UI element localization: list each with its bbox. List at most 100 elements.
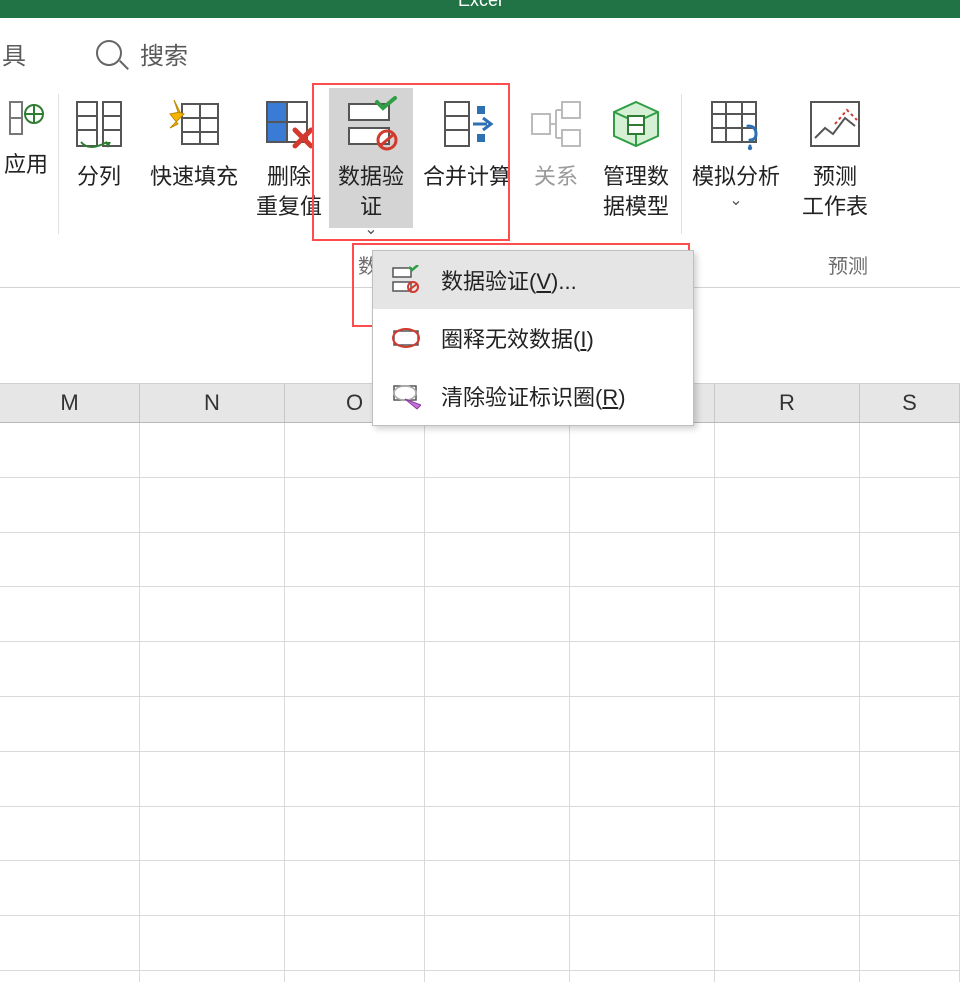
- column-header-R[interactable]: R: [715, 384, 860, 422]
- grid-row: [0, 478, 960, 533]
- ribbon-button-forecast-sheet[interactable]: 预测 工作表: [790, 88, 880, 228]
- grid-cell[interactable]: [425, 752, 570, 807]
- grid-cell[interactable]: [285, 807, 425, 862]
- grid-cell[interactable]: [285, 423, 425, 478]
- grid-cell[interactable]: [0, 971, 140, 982]
- grid-cell[interactable]: [140, 807, 285, 862]
- grid-cell[interactable]: [425, 807, 570, 862]
- grid-cell[interactable]: [860, 916, 960, 971]
- grid-cell[interactable]: [715, 533, 860, 588]
- grid-cell[interactable]: [570, 916, 715, 971]
- grid-cell[interactable]: [860, 642, 960, 697]
- menu-item-clear-circles[interactable]: 清除验证标识圈(R): [373, 367, 693, 425]
- grid-cell[interactable]: [570, 861, 715, 916]
- grid-cell[interactable]: [715, 971, 860, 982]
- grid-cell[interactable]: [570, 642, 715, 697]
- ribbon-button-data-validation[interactable]: 数据验 证 ⌄: [329, 88, 413, 228]
- grid-cell[interactable]: [715, 697, 860, 752]
- grid-cell[interactable]: [860, 423, 960, 478]
- grid-cell[interactable]: [715, 752, 860, 807]
- grid-cell[interactable]: [140, 697, 285, 752]
- grid-cell[interactable]: [0, 533, 140, 588]
- grid-cell[interactable]: [425, 587, 570, 642]
- grid-cell[interactable]: [425, 916, 570, 971]
- grid-cell[interactable]: [140, 916, 285, 971]
- grid-cell[interactable]: [0, 697, 140, 752]
- menu-item-data-validation[interactable]: 数据验证(V)...: [373, 251, 693, 309]
- grid-cell[interactable]: [140, 861, 285, 916]
- grid-cell[interactable]: [860, 587, 960, 642]
- ribbon-button-text-to-columns[interactable]: 分列: [59, 88, 139, 228]
- grid-cell[interactable]: [860, 533, 960, 588]
- grid-cell[interactable]: [285, 587, 425, 642]
- forecast-sheet-label: 预测 工作表: [802, 162, 868, 221]
- grid-cell[interactable]: [425, 642, 570, 697]
- tab-fragment[interactable]: 具: [0, 36, 26, 71]
- ribbon-button-apply-partial[interactable]: 应用: [0, 88, 58, 228]
- grid-cell[interactable]: [0, 807, 140, 862]
- grid-cell[interactable]: [140, 971, 285, 982]
- grid-cell[interactable]: [140, 423, 285, 478]
- grid-cell[interactable]: [285, 916, 425, 971]
- grid-cell[interactable]: [860, 752, 960, 807]
- grid-cell[interactable]: [570, 587, 715, 642]
- grid-cell[interactable]: [715, 916, 860, 971]
- grid-cell[interactable]: [860, 861, 960, 916]
- grid-cell[interactable]: [0, 642, 140, 697]
- ribbon-button-data-model[interactable]: 管理数 据模型: [591, 88, 681, 228]
- grid-cell[interactable]: [570, 423, 715, 478]
- grid-cell[interactable]: [715, 807, 860, 862]
- grid-cell[interactable]: [285, 642, 425, 697]
- grid-cell[interactable]: [570, 478, 715, 533]
- grid-cell[interactable]: [425, 533, 570, 588]
- grid-cell[interactable]: [860, 807, 960, 862]
- grid-cell[interactable]: [570, 697, 715, 752]
- column-header-M[interactable]: M: [0, 384, 140, 422]
- grid-cell[interactable]: [140, 752, 285, 807]
- grid-cell[interactable]: [570, 533, 715, 588]
- ribbon-button-remove-duplicates[interactable]: 删除 重复值: [249, 88, 329, 228]
- grid-cell[interactable]: [570, 807, 715, 862]
- grid-cell[interactable]: [140, 642, 285, 697]
- grid-cell[interactable]: [860, 971, 960, 982]
- grid-cell[interactable]: [0, 423, 140, 478]
- grid-cell[interactable]: [0, 916, 140, 971]
- grid-cell[interactable]: [570, 971, 715, 982]
- grid-cell[interactable]: [425, 861, 570, 916]
- grid-cell[interactable]: [425, 423, 570, 478]
- grid-cell[interactable]: [285, 752, 425, 807]
- grid-cell[interactable]: [140, 478, 285, 533]
- grid-cell[interactable]: [715, 423, 860, 478]
- grid-cell[interactable]: [285, 861, 425, 916]
- grid-cell[interactable]: [715, 861, 860, 916]
- data-model-icon: [608, 96, 664, 152]
- grid-cell[interactable]: [285, 971, 425, 982]
- grid-cell[interactable]: [425, 971, 570, 982]
- ribbon-button-consolidate[interactable]: 合并计算: [413, 88, 521, 228]
- grid-cell[interactable]: [860, 478, 960, 533]
- grid-cell[interactable]: [0, 752, 140, 807]
- grid-cell[interactable]: [860, 697, 960, 752]
- grid-cell[interactable]: [0, 478, 140, 533]
- grid-cell[interactable]: [285, 533, 425, 588]
- grid-cell[interactable]: [715, 642, 860, 697]
- menu-item-circle-invalid[interactable]: 圈释无效数据(I): [373, 309, 693, 367]
- grid-cell[interactable]: [570, 752, 715, 807]
- column-header-S[interactable]: S: [860, 384, 960, 422]
- grid-cell[interactable]: [0, 861, 140, 916]
- spreadsheet-grid[interactable]: // rows will be generated below by loop …: [0, 423, 960, 982]
- grid-cell[interactable]: [715, 587, 860, 642]
- search-box[interactable]: 搜索: [96, 36, 188, 71]
- grid-cell[interactable]: [425, 697, 570, 752]
- grid-cell[interactable]: [285, 478, 425, 533]
- grid-cell[interactable]: [0, 587, 140, 642]
- grid-cell[interactable]: [140, 533, 285, 588]
- ribbon-tab-row: 具 搜索: [0, 18, 960, 88]
- grid-cell[interactable]: [140, 587, 285, 642]
- ribbon-button-what-if[interactable]: 模拟分析 ⌄: [682, 88, 790, 228]
- grid-cell[interactable]: [715, 478, 860, 533]
- column-header-N[interactable]: N: [140, 384, 285, 422]
- grid-cell[interactable]: [425, 478, 570, 533]
- grid-cell[interactable]: [285, 697, 425, 752]
- ribbon-button-flash-fill[interactable]: 快速填充: [139, 88, 249, 228]
